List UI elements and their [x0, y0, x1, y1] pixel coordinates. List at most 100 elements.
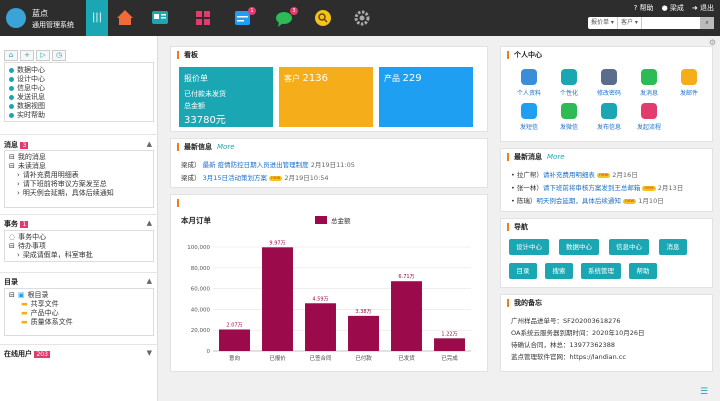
list-menu-icon[interactable]: ☰: [700, 387, 714, 397]
quick-link-item[interactable]: 信息中心: [5, 84, 153, 93]
divider: [0, 134, 158, 135]
tab-play[interactable]: ▷: [36, 50, 50, 61]
online-section-header[interactable]: 在线用户 203 ▼: [4, 349, 154, 359]
message-row[interactable]: • 陈瑞）明天例会延期，具体后续通知 new 1月10日: [511, 195, 664, 205]
folder-root[interactable]: ⊟ ▣ 根目录: [5, 291, 153, 300]
nav-settings-button[interactable]: [347, 0, 377, 36]
message-title: 明天例会延期，具体后续通知: [536, 197, 621, 205]
personal-item-label: 发布信息: [596, 124, 621, 131]
message-row[interactable]: • 拉广帮）请补充费用明细表 new 2月16日: [511, 169, 638, 179]
folder-label: 根目录: [27, 291, 49, 299]
message-item[interactable]: › 请下班前将审议方案发至总: [5, 180, 153, 189]
personal-lock-button[interactable]: 修改密码: [591, 69, 627, 97]
folder-icon: ▣: [17, 291, 25, 299]
new-badge: new: [622, 198, 637, 204]
nav-search-button[interactable]: [308, 0, 338, 36]
collapse-icon[interactable]: ▲: [147, 277, 152, 285]
folder-item[interactable]: ▬ 产品中心: [5, 309, 153, 318]
messages-section-header[interactable]: 消息 3 ▲: [4, 140, 154, 150]
quick-link-item[interactable]: 发送讯息: [5, 93, 153, 102]
search-scope-select[interactable]: 客户 ▾: [618, 17, 642, 29]
folder-item[interactable]: ▬ 质量体系文件: [5, 318, 153, 327]
nav-home-button[interactable]: [110, 0, 140, 36]
nav-search-button[interactable]: 搜索: [545, 263, 573, 279]
bar: [434, 338, 465, 351]
quote-tile[interactable]: 报价单 已付款未发货 总金额 33780元: [179, 67, 273, 127]
collapse-icon[interactable]: ▲: [147, 140, 152, 148]
nav-design-center-button[interactable]: 设计中心: [509, 239, 549, 255]
tree-item-unread[interactable]: ⊟ 未读消息: [5, 162, 153, 171]
user-link[interactable]: ● 梁成: [662, 3, 684, 13]
tab-add[interactable]: +: [20, 50, 34, 61]
newspaper-icon: [152, 11, 168, 24]
personal-message-button[interactable]: 发消息: [631, 69, 667, 97]
personal-profile-button[interactable]: 个人资料: [511, 69, 547, 97]
nav-system-admin-button[interactable]: 系统管理: [581, 263, 621, 279]
tab-home[interactable]: ⌂: [4, 50, 18, 61]
search-type-select[interactable]: 报价单 ▾: [588, 17, 618, 29]
task-text: 梁成请假单，科室审批: [22, 251, 93, 259]
grid-icon: [196, 11, 210, 25]
legend-label: 总金额: [331, 216, 351, 225]
nav-news-button[interactable]: [145, 0, 175, 36]
personal-sms-button[interactable]: 发短信: [511, 103, 547, 131]
tab-clock[interactable]: ◷: [52, 50, 66, 61]
customer-tile-value: 2136: [302, 73, 328, 84]
news-tag: 最新: [202, 161, 216, 169]
quick-link-item[interactable]: 实时帮助: [5, 111, 153, 120]
personal-publish-button[interactable]: 发布信息: [591, 103, 627, 131]
message-item[interactable]: › 明天例会延期，具体后续通知: [5, 189, 153, 198]
message-sender: 张一林）: [516, 184, 543, 192]
folder-item[interactable]: ▬ 共享文件: [5, 300, 153, 309]
nav-directory-button[interactable]: 目录: [509, 263, 537, 279]
latest-info-more-link[interactable]: More: [217, 143, 235, 151]
nav-chat-button[interactable]: 3: [270, 0, 300, 36]
customer-tile[interactable]: 客户 2136: [279, 67, 373, 127]
message-item[interactable]: › 请补充费用明细表: [5, 171, 153, 180]
quick-link-item[interactable]: 数据视图: [5, 102, 153, 111]
bar-data-label: 1.22万: [441, 331, 457, 337]
search-submit-button[interactable]: ⌕: [700, 17, 714, 29]
divider: [0, 272, 158, 273]
menu-toggle-button[interactable]: |||: [86, 0, 108, 36]
news-date: 2月19日10:54: [284, 174, 329, 182]
latest-messages-more-link[interactable]: More: [547, 153, 565, 161]
nav-calendar-button[interactable]: 1: [228, 0, 258, 36]
quick-link-item[interactable]: 设计中心: [5, 75, 153, 84]
tasks-section-header[interactable]: 事务 1 ▲: [4, 219, 154, 229]
personal-customize-button[interactable]: 个性化: [551, 69, 587, 97]
personal-workflow-button[interactable]: 发起流程: [631, 103, 667, 131]
personal-mail-button[interactable]: 发邮件: [671, 69, 707, 97]
logout-link[interactable]: ➜ 退出: [692, 3, 714, 13]
dirs-section-header[interactable]: 目录 ▲: [4, 277, 154, 287]
nav-data-center-button[interactable]: 数据中心: [559, 239, 599, 255]
expand-icon[interactable]: ▼: [147, 349, 152, 357]
tree-item-task-center[interactable]: ◌ 事务中心: [5, 233, 153, 242]
help-link[interactable]: ? 帮助: [634, 3, 654, 13]
task-item[interactable]: › 梁成请假单，科室审批: [5, 251, 153, 260]
tree-item-todo[interactable]: ⊟ 待办事项: [5, 242, 153, 251]
quick-link-item[interactable]: 数据中心: [5, 66, 153, 75]
personal-wechat-button[interactable]: 发微信: [551, 103, 587, 131]
news-author: 梁成）: [181, 161, 201, 169]
memo-title: 我的备忘: [507, 299, 542, 307]
nav-info-center-button[interactable]: 信息中心: [609, 239, 649, 255]
product-tile[interactable]: 产品 229: [379, 67, 473, 127]
database-icon: [9, 68, 14, 73]
page-settings-icon[interactable]: ⚙: [709, 38, 716, 47]
news-item[interactable]: 梁成） 最新 疫情防控日期入员进出管理制度 2月19日11:05: [181, 159, 355, 169]
news-item[interactable]: 梁成） 3月15日活动策划方案 new 2月19日10:54: [181, 172, 329, 182]
message-row[interactable]: • 张一林）请下班前将审核方案发到王总邮箱 new 2月13日: [511, 182, 683, 192]
x-tick-label: 已报价: [269, 354, 286, 362]
nav-apps-button[interactable]: [188, 0, 218, 36]
message-date: 2月13日: [657, 184, 684, 192]
collapse-icon[interactable]: ▲: [147, 219, 152, 227]
workflow-icon: [641, 103, 657, 119]
mail-icon: [681, 69, 697, 85]
tree-item-my-messages[interactable]: ⊟ 我的消息: [5, 153, 153, 162]
personal-item-label: 发微信: [559, 124, 578, 131]
nav-help-button[interactable]: 帮助: [629, 263, 657, 279]
app-logo[interactable]: 蓝点 通用管理系统: [4, 4, 86, 32]
message-title: 请下班前将审核方案发到王总邮箱: [542, 184, 641, 192]
nav-messages-button[interactable]: 消息: [659, 239, 687, 255]
